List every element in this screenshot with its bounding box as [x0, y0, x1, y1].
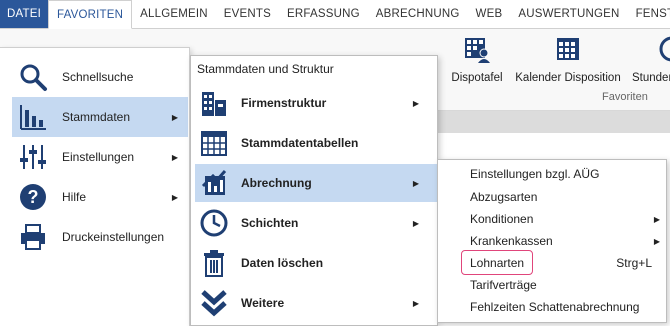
- tab-abrechnung[interactable]: ABRECHNUNG: [368, 0, 468, 28]
- menu-item-stammdaten[interactable]: Stammdaten ▶: [12, 97, 188, 137]
- chevron-right-icon: ▶: [171, 192, 178, 202]
- kalender-disposition-button[interactable]: Kalender Disposition: [510, 31, 626, 84]
- stunden-button[interactable]: Stunden: [628, 31, 670, 84]
- menu-item-label: Firmenstruktur: [241, 96, 327, 110]
- menu-item-schnellsuche[interactable]: Schnellsuche: [12, 57, 188, 97]
- chevron-right-icon: ▶: [653, 214, 660, 224]
- chevron-right-icon: ▶: [412, 298, 419, 308]
- menu-item-label: Druckeinstellungen: [62, 230, 165, 244]
- menu-item-einstellungen[interactable]: Einstellungen ▶: [12, 137, 188, 177]
- stammdaten-submenu: Stammdaten und Struktur Firmenstruktur ▶…: [190, 55, 438, 326]
- tab-web[interactable]: WEB: [468, 0, 511, 28]
- menu-item-label: Weitere: [241, 296, 285, 310]
- menu-item-firmenstruktur[interactable]: Firmenstruktur ▶: [195, 84, 437, 122]
- menu-item-label: Fehlzeiten Schattenabrechnung: [470, 300, 640, 314]
- ribbon-tab-bar: DATEI FAVORITEN ALLGEMEIN EVENTS ERFASSU…: [0, 0, 670, 29]
- table-icon: [201, 131, 227, 156]
- submenu-title: Stammdaten und Struktur: [197, 62, 334, 76]
- shortcut-label: Strg+L: [616, 256, 652, 270]
- stunden-label: Stunden: [632, 72, 670, 84]
- menu-item-label: Einstellungen: [62, 150, 135, 164]
- menu-item-abrechnung[interactable]: Abrechnung ▶: [195, 164, 437, 202]
- calendar-icon: [557, 38, 579, 60]
- dispotafel-icon: [465, 38, 490, 63]
- menu-item-fehlzeiten-schattenabrechnung[interactable]: Fehlzeiten Schattenabrechnung: [470, 296, 666, 318]
- tab-events[interactable]: EVENTS: [216, 0, 279, 28]
- clock-icon: [659, 36, 670, 62]
- menu-item-stammdatentabellen[interactable]: Stammdatentabellen: [195, 124, 437, 162]
- menu-item-tarifvertraege[interactable]: Tarifverträge: [470, 274, 666, 296]
- menu-item-label: Stammdatentabellen: [241, 136, 359, 150]
- menu-item-daten-loeschen[interactable]: Daten löschen: [195, 244, 437, 282]
- double-chevron-icon: [201, 290, 227, 317]
- invoice-icon: [201, 170, 227, 195]
- menu-item-label: Tarifverträge: [470, 278, 537, 292]
- chevron-right-icon: ▶: [412, 98, 419, 108]
- menu-item-konditionen[interactable]: Konditionen ▶: [470, 208, 666, 230]
- menu-item-label: Abrechnung: [241, 176, 312, 190]
- menu-item-label: Schichten: [241, 216, 299, 230]
- tab-auswertungen[interactable]: AUSWERTUNGEN: [510, 0, 627, 28]
- ribbon-group-label: Favoriten: [602, 91, 648, 103]
- menu-item-hilfe[interactable]: ? Hilfe ▶: [12, 177, 188, 217]
- dispotafel-label: Dispotafel: [451, 72, 503, 84]
- menu-item-abzugsarten[interactable]: Abzugsarten: [470, 186, 666, 208]
- abrechnung-submenu: Einstellungen bzgl. AÜG Abzugsarten Kond…: [437, 159, 667, 323]
- menu-item-label: Einstellungen bzgl. AÜG: [470, 167, 600, 181]
- menu-item-krankenkassen[interactable]: Krankenkassen ▶: [470, 230, 666, 252]
- bar-chart-icon: [20, 105, 46, 130]
- chevron-right-icon: ▶: [412, 178, 419, 188]
- menu-item-label: Hilfe: [62, 190, 87, 204]
- chevron-right-icon: ▶: [171, 152, 178, 162]
- menu-item-weitere[interactable]: Weitere ▶: [195, 284, 437, 322]
- menu-item-einstellungen-aueg[interactable]: Einstellungen bzgl. AÜG: [470, 163, 666, 185]
- menu-item-label: Daten löschen: [241, 256, 324, 270]
- chevron-right-icon: ▶: [412, 218, 419, 228]
- help-icon: ?: [20, 184, 46, 210]
- menu-item-label: Schnellsuche: [62, 70, 134, 84]
- menu-item-label: Krankenkassen: [470, 234, 553, 248]
- buildings-icon: [202, 92, 226, 116]
- magnifier-icon: [20, 64, 47, 91]
- clock-icon: [200, 209, 228, 237]
- menu-item-schichten[interactable]: Schichten ▶: [195, 204, 437, 242]
- tab-allgemein[interactable]: ALLGEMEIN: [132, 0, 216, 28]
- chevron-right-icon: ▶: [171, 112, 178, 122]
- menu-item-label: Abzugsarten: [470, 190, 538, 204]
- file-menu: Schnellsuche Stammdaten ▶ Einstellungen …: [0, 47, 190, 326]
- kalender-disposition-label: Kalender Disposition: [515, 72, 621, 84]
- menu-item-label: Lohnarten: [470, 256, 525, 270]
- tab-fenster[interactable]: FENSTER: [628, 0, 670, 28]
- tab-datei[interactable]: DATEI: [0, 0, 49, 28]
- sliders-icon: [20, 145, 46, 169]
- menu-item-lohnarten[interactable]: Lohnarten Strg+L: [470, 252, 666, 274]
- menu-item-druckeinstellungen[interactable]: Druckeinstellungen: [12, 217, 188, 257]
- dispotafel-button[interactable]: Dispotafel: [448, 31, 506, 84]
- printer-icon: [21, 224, 45, 250]
- trash-icon: [204, 250, 224, 277]
- tab-favoriten[interactable]: FAVORITEN: [48, 0, 133, 29]
- chevron-right-icon: ▶: [653, 236, 660, 246]
- menu-item-label: Konditionen: [470, 212, 534, 226]
- svg-text:?: ?: [28, 187, 39, 207]
- tab-erfassung[interactable]: ERFASSUNG: [279, 0, 368, 28]
- menu-item-label: Stammdaten: [62, 110, 131, 124]
